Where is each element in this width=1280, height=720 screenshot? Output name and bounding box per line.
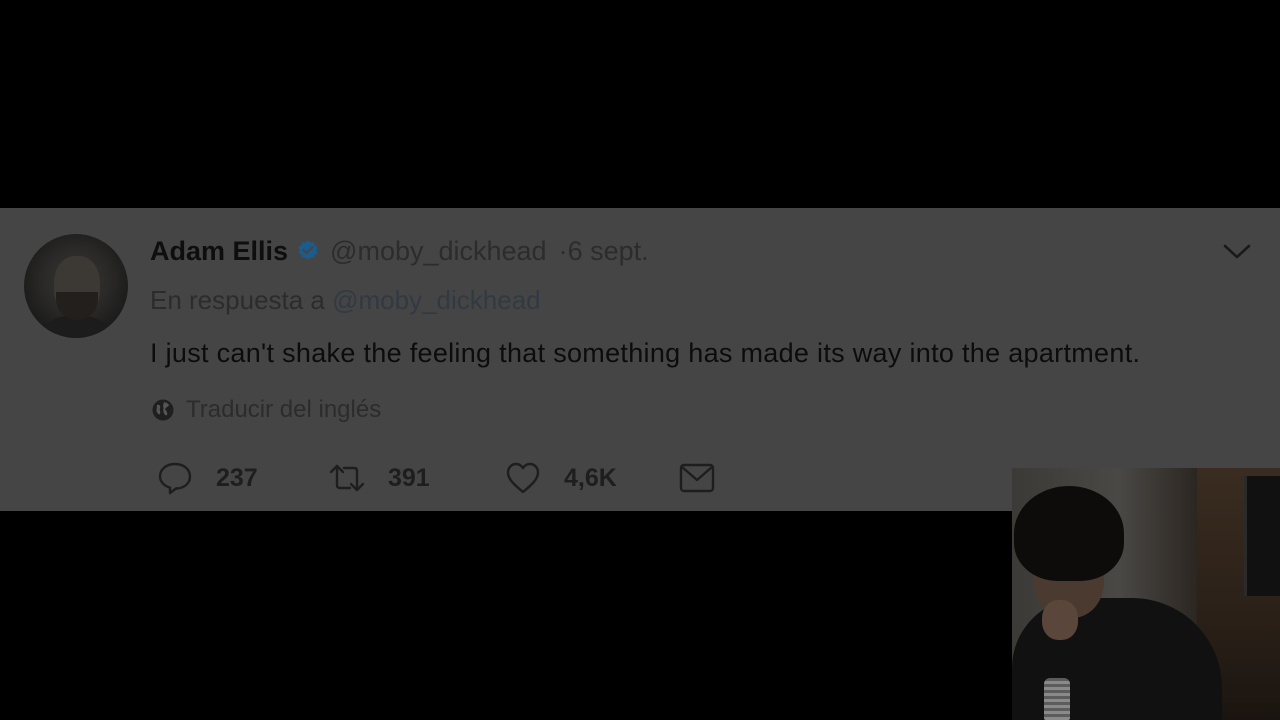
like-button[interactable]: 4,6K: [504, 458, 617, 498]
heart-icon: [506, 462, 540, 494]
tweet-header: Adam Ellis @moby_dickhead ·6 sept.: [150, 234, 649, 268]
avatar[interactable]: [24, 234, 128, 338]
tweet-date[interactable]: ·6 sept.: [559, 236, 649, 267]
globe-icon: [150, 397, 176, 423]
tweet-text: I just can't shake the feeling that some…: [150, 338, 1141, 368]
reply-button[interactable]: 237: [156, 458, 258, 498]
reply-count: 237: [216, 463, 258, 492]
author-handle[interactable]: @moby_dickhead: [330, 236, 547, 267]
reply-icon: [158, 462, 192, 495]
verified-badge-icon: [296, 239, 320, 263]
direct-message-button[interactable]: [678, 458, 716, 498]
retweet-count: 391: [388, 463, 430, 492]
reply-prefix: En respuesta a: [150, 285, 325, 315]
chevron-down-icon[interactable]: [1222, 240, 1252, 264]
author-name[interactable]: Adam Ellis: [150, 236, 288, 267]
like-count: 4,6K: [564, 463, 617, 492]
webcam-overlay: [1012, 468, 1280, 720]
reply-handle-link[interactable]: @moby_dickhead: [332, 285, 541, 315]
retweet-button[interactable]: 391: [328, 458, 430, 498]
translate-link[interactable]: Traducir del inglés: [150, 396, 381, 424]
webcam-person-hair: [1014, 486, 1124, 581]
tweet-card[interactable]: Adam Ellis @moby_dickhead ·6 sept. En re…: [0, 208, 1280, 511]
microphone-icon: [1044, 678, 1070, 720]
webcam-person-hand: [1042, 600, 1078, 640]
retweet-icon: [329, 464, 365, 492]
envelope-icon: [679, 463, 715, 493]
webcam-background-monitor: [1244, 476, 1280, 596]
reply-context: En respuesta a @moby_dickhead: [150, 285, 541, 316]
tweet-actions: 237 391 4,6K: [156, 458, 736, 498]
translate-label: Traducir del inglés: [186, 396, 382, 423]
